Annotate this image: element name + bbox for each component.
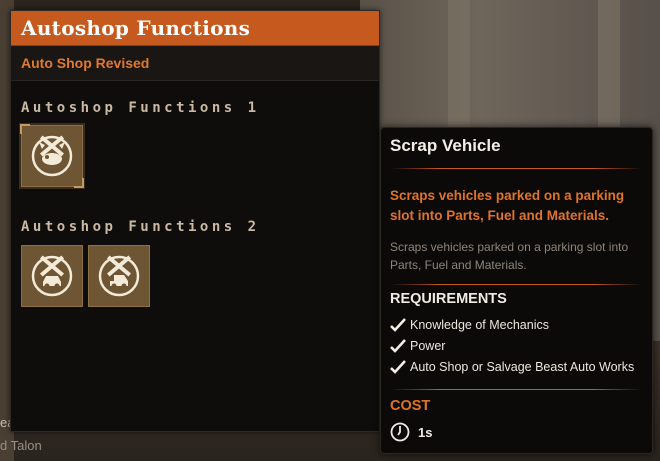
tooltip-divider — [390, 284, 643, 285]
scrap-jeep-function-slot[interactable] — [88, 245, 150, 307]
requirement-label: Power — [410, 339, 446, 353]
scrap-vehicle-tooltip: Scrap Vehicle Scraps vehicles parked on … — [380, 127, 653, 454]
requirement-label: Knowledge of Mechanics — [410, 318, 549, 332]
checkmark-icon — [390, 339, 406, 353]
tooltip-divider — [390, 389, 643, 390]
requirement-label: Auto Shop or Salvage Beast Auto Works — [410, 360, 635, 374]
tooltip-title: Scrap Vehicle — [390, 136, 501, 155]
background-label-2: d Talon — [0, 438, 42, 453]
panel-subtitle: Auto Shop Revised — [21, 55, 150, 71]
section-title-1: Autoshop Functions 1 — [21, 100, 260, 116]
cost-value: 1s — [418, 424, 433, 440]
panel-title: Autoshop Functions — [21, 16, 251, 40]
requirements-title: REQUIREMENTS — [390, 291, 507, 307]
tooltip-divider — [390, 168, 643, 169]
autoshop-functions-panel: Autoshop Functions Auto Shop Revised Aut… — [10, 10, 380, 432]
panel-header: Autoshop Functions — [11, 11, 379, 46]
requirement-item: Knowledge of Mechanics — [390, 317, 549, 333]
tooltip-description-accent: Scraps vehicles parked on a parking slot… — [390, 188, 625, 223]
cost-row: 1s — [390, 422, 432, 442]
cost-title: COST — [390, 398, 431, 414]
wrench-hammer-car-icon — [31, 255, 73, 297]
tooltip-description: Scraps vehicles parked on a parking slot… — [390, 240, 629, 272]
panel-subheader: Auto Shop Revised — [11, 46, 379, 81]
requirement-item: Power — [390, 338, 445, 354]
checkmark-icon — [390, 360, 406, 374]
requirement-item: Auto Shop or Salvage Beast Auto Works — [390, 359, 634, 375]
wrench-hammer-jeep-icon — [98, 255, 140, 297]
clock-icon — [390, 422, 410, 442]
section-title-2: Autoshop Functions 2 — [21, 219, 260, 235]
checkmark-icon — [390, 318, 406, 332]
scrap-meat-function-slot[interactable] — [19, 123, 85, 189]
wrench-hammer-meat-icon — [31, 135, 73, 177]
scrap-vehicle-function-slot[interactable] — [21, 245, 83, 307]
